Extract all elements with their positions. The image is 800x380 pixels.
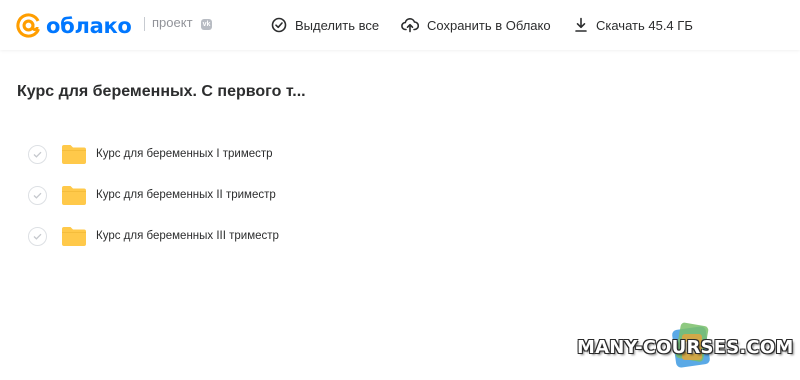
header-divider [144,17,145,31]
select-checkbox[interactable] [28,185,47,205]
folder-name[interactable]: Курс для беременных I триместр [96,148,273,160]
at-sign-logo-icon [16,13,41,38]
download-icon [575,17,587,32]
download-button[interactable]: Скачать 45.4 ГБ [574,15,693,35]
folder-row[interactable]: Курс для беременных II триместр [28,183,276,207]
folder-name[interactable]: Курс для беременных II триместр [96,189,276,201]
check-icon [33,192,42,199]
vk-badge: vk [201,19,212,30]
folder-icon [62,226,86,246]
page-title: Курс для беременных. С первого т... [17,83,306,100]
check-icon [33,233,42,240]
folder-name[interactable]: Курс для беременных III триместр [96,230,279,242]
watermark-text: MANY-COURSES.COM [577,337,794,358]
select-all-button[interactable]: Выделить все [271,15,379,35]
folder-icon [62,185,86,205]
logo[interactable]: облако [15,12,132,39]
cloud-upload-icon [401,18,419,33]
folder-row[interactable]: Курс для беременных I триместр [28,142,273,166]
folder-row[interactable]: Курс для беременных III триместр [28,224,279,248]
folder-icon [62,144,86,164]
save-to-cloud-label: Сохранить в Облако [427,17,551,33]
select-checkbox[interactable] [28,144,47,164]
save-to-cloud-button[interactable]: Сохранить в Облако [401,15,551,35]
logo-text: облако [46,13,132,38]
check-icon [33,151,42,158]
download-label: Скачать 45.4 ГБ [596,17,693,33]
project-label: проект [152,15,193,30]
select-all-label: Выделить все [295,17,380,33]
check-circle-icon [271,17,287,33]
top-bar: облако проект vk Выделить все Сохранить … [0,0,800,50]
select-checkbox[interactable] [28,226,47,246]
